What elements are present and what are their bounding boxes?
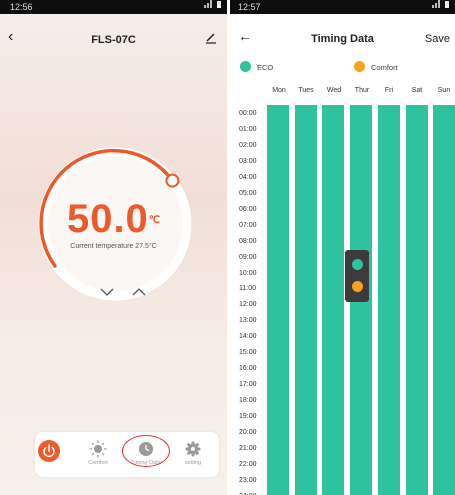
power-icon-wrap	[38, 440, 60, 462]
eco-legend-dot	[240, 61, 251, 72]
set-temperature: 50.0℃	[0, 199, 227, 239]
weekday-label: Thur	[354, 87, 370, 94]
signal-icon	[204, 0, 214, 8]
time-label: 06:00	[239, 205, 257, 213]
status-time: 12:56	[10, 2, 33, 12]
eco-legend-label: ECO	[257, 63, 274, 72]
edit-icon[interactable]	[205, 32, 217, 44]
comfort-button[interactable]: Comfort	[78, 432, 118, 477]
weekday-header: Mon Tues Wed Thur Fri Sat Sun	[230, 87, 455, 99]
day-schedule-column[interactable]	[322, 105, 344, 495]
timing-data-screen: 12:57 ← Timing Data Save ECO Comfort Mon…	[230, 0, 455, 495]
time-label: 10:00	[239, 269, 257, 277]
comfort-legend-label: Comfort	[371, 63, 398, 72]
weekday-label: Wed	[326, 87, 342, 94]
time-label: 02:00	[239, 141, 257, 149]
day-schedule-column[interactable]	[267, 105, 289, 495]
time-label: 00:00	[239, 110, 257, 117]
time-label: 12:00	[239, 301, 257, 309]
day-schedule-column[interactable]	[406, 105, 428, 495]
status-icons	[204, 0, 221, 8]
time-label: 01:00	[239, 125, 257, 133]
comfort-legend-dot	[354, 61, 365, 72]
weekday-label: Mon	[272, 87, 286, 94]
sun-icon	[89, 440, 107, 458]
status-bar: 12:57	[230, 0, 455, 14]
weekday-label: Fri	[384, 87, 394, 94]
save-button[interactable]: Save	[425, 33, 450, 45]
time-label: 21:00	[239, 444, 257, 452]
page-title: Timing Data	[311, 33, 374, 45]
time-label: 17:00	[239, 381, 257, 389]
mode-picker[interactable]	[345, 250, 369, 302]
power-icon	[43, 444, 55, 458]
battery-icon	[445, 0, 449, 8]
chevron-down-icon[interactable]	[99, 286, 115, 298]
time-label: 15:00	[239, 349, 257, 357]
time-label: 23:00	[239, 476, 257, 484]
time-label: 03:00	[239, 157, 257, 165]
day-schedule-column[interactable]	[295, 105, 317, 495]
eco-mode-option[interactable]	[352, 259, 363, 270]
time-label: 22:00	[239, 460, 257, 468]
highlight-annotation	[122, 435, 170, 467]
comfort-mode-option[interactable]	[352, 281, 363, 292]
time-label: 19:00	[239, 413, 257, 421]
status-bar: 12:56	[0, 0, 227, 14]
power-button[interactable]	[35, 432, 75, 477]
weekday-label: Tues	[298, 87, 314, 94]
time-label: 04:00	[239, 173, 257, 181]
battery-icon	[217, 0, 221, 8]
time-label: 16:00	[239, 365, 257, 373]
time-label: 09:00	[239, 253, 257, 261]
weekday-label: Sat	[411, 87, 423, 94]
time-label: 05:00	[239, 189, 257, 197]
current-temperature: Current temperature 27.5°C	[70, 243, 157, 250]
time-label: 13:00	[239, 317, 257, 325]
status-time: 12:57	[238, 2, 261, 12]
dial-handle	[165, 173, 180, 188]
top-nav: ‹ FLS-07C	[0, 24, 227, 54]
gear-icon	[185, 441, 201, 457]
setting-label: setting	[184, 460, 202, 466]
time-label: 08:00	[239, 237, 257, 245]
device-name: FLS-07C	[91, 34, 136, 46]
day-schedule-column[interactable]	[378, 105, 400, 495]
time-label: 11:00	[239, 285, 256, 293]
setting-button[interactable]: setting	[173, 432, 213, 477]
time-label: 07:00	[239, 221, 257, 229]
weekday-label: Sun	[437, 87, 451, 94]
signal-icon	[432, 0, 442, 8]
time-label: 14:00	[239, 333, 257, 341]
legend: ECO Comfort	[230, 58, 455, 78]
comfort-label: Comfort	[88, 460, 108, 466]
temperature-value: 50.0	[66, 197, 149, 241]
chevron-up-icon[interactable]	[131, 286, 147, 298]
top-nav: ← Timing Data Save	[230, 24, 455, 54]
day-schedule-column[interactable]	[433, 105, 455, 495]
time-label: 20:00	[239, 429, 257, 436]
thermostat-screen: 12:56 ‹ FLS-07C 50.0℃ Current temperatur…	[0, 0, 227, 495]
status-icons	[432, 0, 449, 8]
time-label: 18:00	[239, 397, 257, 405]
temperature-unit: ℃	[148, 215, 161, 226]
